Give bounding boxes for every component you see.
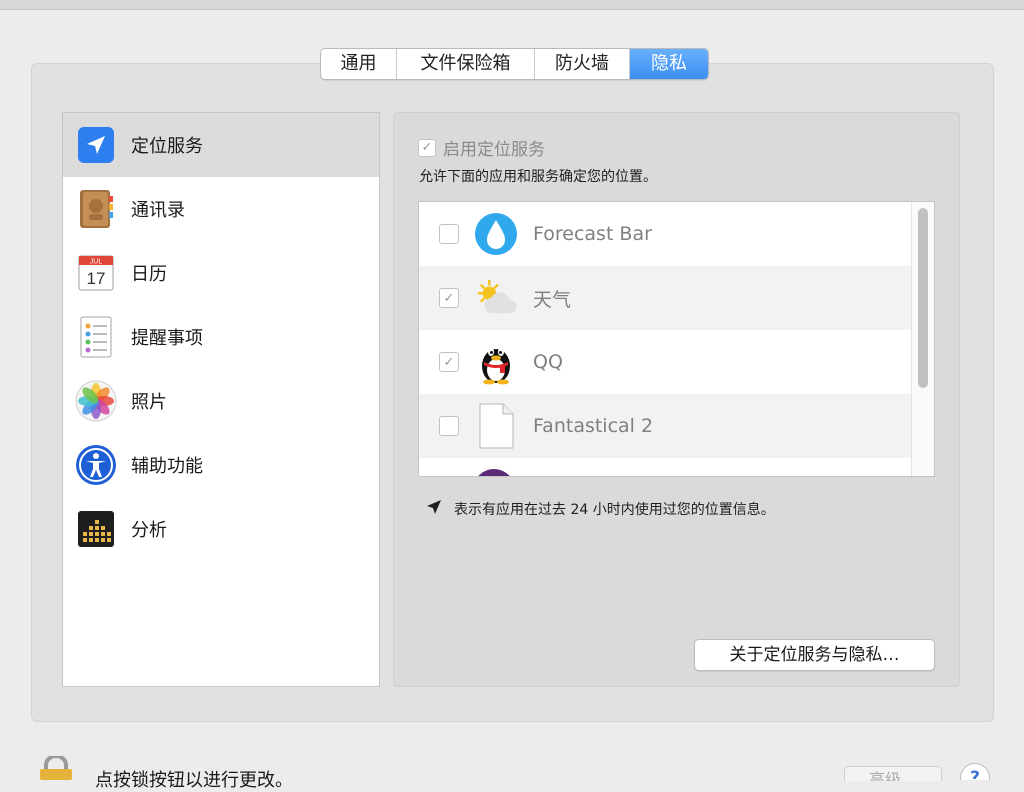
contacts-book-icon: [75, 188, 117, 230]
location-arrow-icon: [75, 124, 117, 166]
lock-hint-text: 点按锁按钮以进行更改。: [95, 770, 293, 791]
sidebar-item-label: 分析: [131, 520, 167, 541]
help-icon: ?: [960, 763, 990, 780]
app-checkbox[interactable]: [439, 224, 459, 244]
partial-app-icon: [471, 467, 517, 476]
sidebar-item-photos[interactable]: 照片: [63, 369, 379, 433]
svg-text:17: 17: [87, 269, 106, 288]
reminders-list-icon: [75, 316, 117, 358]
location-arrow-small-icon: [426, 499, 442, 519]
app-list: Forecast Bar ✓ 天气 ✓ QQ Fantastical 2: [418, 201, 935, 477]
list-item: Forecast Bar: [419, 202, 912, 266]
list-item: Fantastical 2: [419, 394, 912, 458]
location-description: 允许下面的应用和服务确定您的位置。: [419, 169, 657, 185]
sidebar-item-label: 照片: [131, 392, 167, 413]
list-item-partial: [419, 458, 912, 476]
sidebar-item-reminders[interactable]: 提醒事项: [63, 305, 379, 369]
about-location-privacy-button[interactable]: 关于定位服务与隐私…: [694, 639, 935, 671]
accessibility-person-icon: [75, 444, 117, 486]
enable-location-row[interactable]: ✓ 启用定位服务: [418, 135, 545, 160]
sidebar-item-accessibility[interactable]: 辅助功能: [63, 433, 379, 497]
sidebar-item-label: 日历: [131, 264, 167, 285]
app-name: QQ: [533, 351, 563, 373]
app-name: 天气: [533, 288, 572, 311]
analytics-grid-icon: [75, 508, 117, 550]
sidebar-item-analytics[interactable]: 分析: [63, 497, 379, 561]
list-item: ✓ 天气: [419, 266, 912, 330]
app-name: Forecast Bar: [533, 223, 652, 245]
sidebar-item-label: 提醒事项: [131, 328, 203, 349]
sidebar-item-label: 定位服务: [131, 136, 203, 157]
tab-filevault[interactable]: 文件保险箱: [397, 49, 535, 79]
calendar-icon: JUL 17: [75, 252, 117, 294]
penguin-icon: [473, 339, 519, 385]
sun-cloud-icon: [473, 275, 519, 321]
sidebar-item-location-services[interactable]: 定位服务: [63, 113, 379, 177]
scroll-thumb[interactable]: [918, 208, 928, 388]
privacy-category-list: 定位服务 通讯录 JUL 17 日历 提醒事项 照片 辅助功能 分析: [62, 112, 380, 687]
sidebar-item-calendar[interactable]: JUL 17 日历: [63, 241, 379, 305]
app-checkbox[interactable]: ✓: [439, 288, 459, 308]
blank-document-icon: [473, 403, 519, 449]
tab-bar: 通用 文件保险箱 防火墙 隐私: [320, 48, 709, 80]
app-checkbox[interactable]: ✓: [439, 352, 459, 372]
help-button[interactable]: ?: [960, 763, 990, 780]
photos-flower-icon: [75, 380, 117, 422]
app-list-scrollbar[interactable]: [911, 202, 934, 476]
svg-text:JUL: JUL: [90, 259, 103, 266]
app-name: Fantastical 2: [533, 415, 654, 437]
advanced-button[interactable]: 高级…: [844, 766, 942, 781]
tab-general[interactable]: 通用: [321, 49, 397, 79]
location-services-pane: ✓ 启用定位服务 允许下面的应用和服务确定您的位置。 Forecast Bar …: [393, 112, 960, 687]
tab-firewall[interactable]: 防火墙: [535, 49, 630, 79]
raindrop-icon: [473, 211, 519, 257]
sidebar-item-label: 通讯录: [131, 200, 185, 221]
recent-use-legend: 表示有应用在过去 24 小时内使用过您的位置信息。: [426, 499, 775, 519]
enable-location-label: 启用定位服务: [443, 140, 545, 160]
legend-text: 表示有应用在过去 24 小时内使用过您的位置信息。: [454, 502, 775, 518]
sidebar-item-label: 辅助功能: [131, 456, 203, 477]
tab-privacy[interactable]: 隐私: [630, 49, 708, 79]
enable-location-checkbox[interactable]: ✓: [418, 138, 436, 157]
window-top-edge: [0, 0, 1024, 10]
sidebar-item-contacts[interactable]: 通讯录: [63, 177, 379, 241]
app-checkbox[interactable]: [439, 416, 459, 436]
list-item: ✓ QQ: [419, 330, 912, 394]
